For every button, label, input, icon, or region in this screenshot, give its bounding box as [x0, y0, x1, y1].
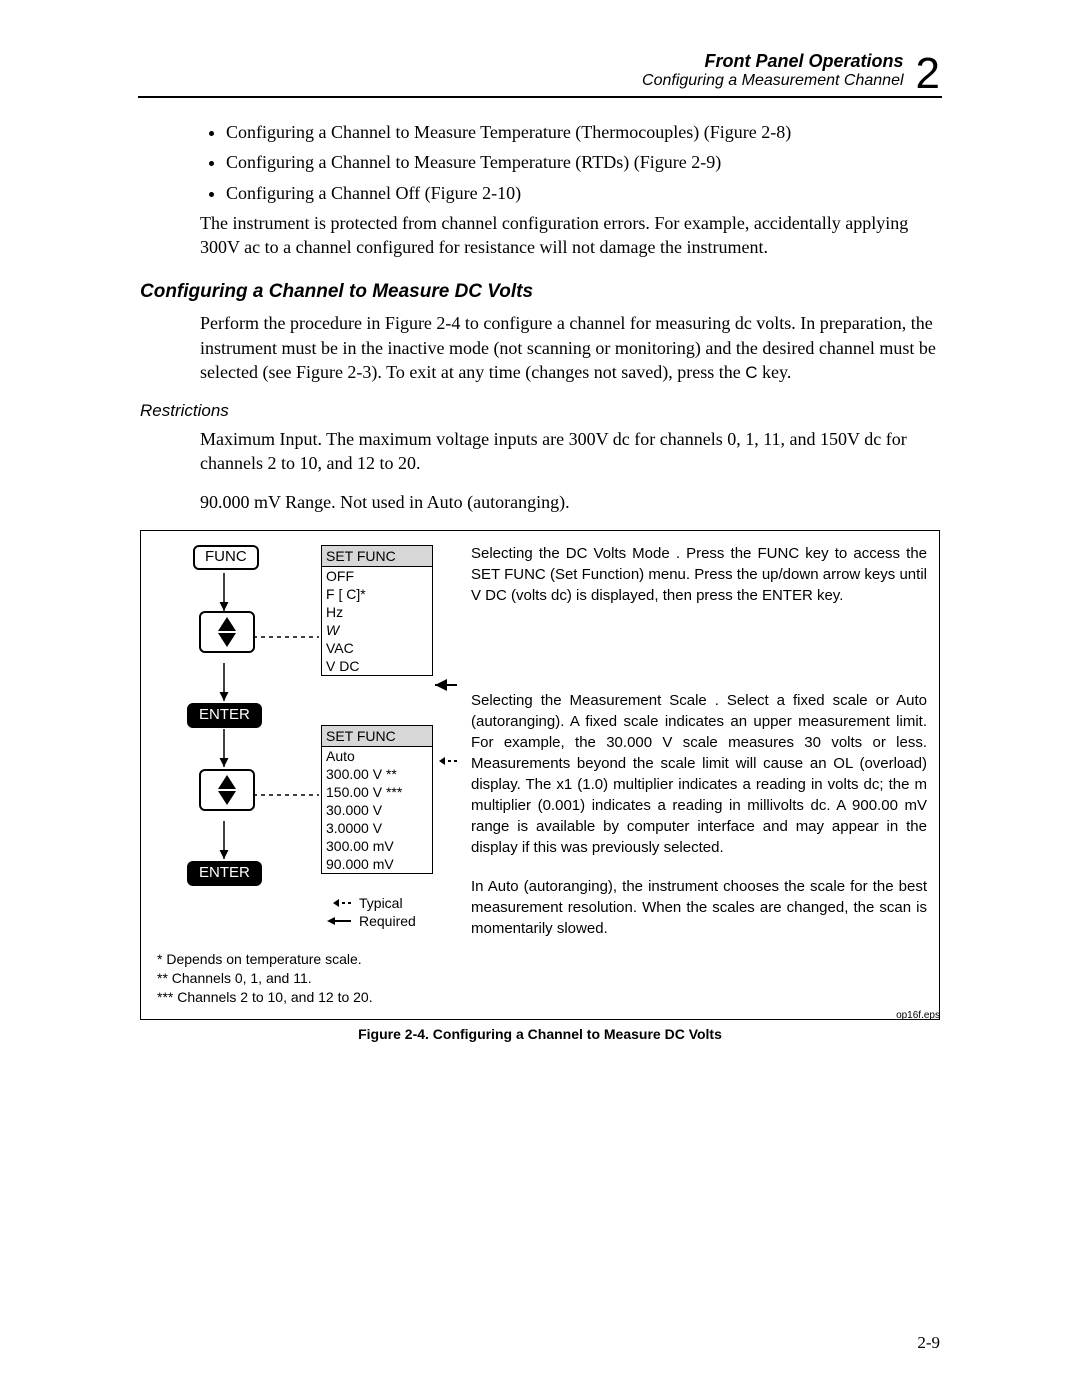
figure-footnotes: * Depends on temperature scale. ** Chann… [157, 950, 373, 1007]
legend-label: Typical [359, 895, 403, 911]
up-arrow-icon [218, 617, 236, 631]
menu-item: 300.00 V ** [322, 765, 432, 783]
menu-header: SET FUNC [322, 726, 432, 747]
section-paragraph: Perform the procedure in Figure 2-4 to c… [200, 311, 940, 385]
figure-paragraph: Selecting the Measurement Scale . Select… [471, 690, 927, 858]
down-arrow-icon [218, 791, 236, 805]
enter-key: ENTER [187, 861, 262, 886]
page: Front Panel Operations Configuring a Mea… [0, 0, 1080, 1397]
chapter-number: 2 [916, 54, 940, 94]
menu-header: SET FUNC [322, 546, 432, 567]
restrictions-body: Maximum Input. The maximum voltage input… [200, 427, 940, 514]
menu-item: 3.0000 V [322, 819, 432, 837]
list-item: Configuring a Channel to Measure Tempera… [226, 120, 940, 144]
legend-required: Required [325, 913, 416, 929]
running-header: Front Panel Operations Configuring a Mea… [140, 50, 940, 90]
enter-key: ENTER [187, 703, 262, 728]
text: Perform the procedure in Figure 2-4 to c… [200, 313, 936, 382]
figure-right-text: Selecting the DC Volts Mode . Press the … [471, 543, 927, 957]
section-body: Perform the procedure in Figure 2-4 to c… [200, 311, 940, 385]
set-func-menu-2: SET FUNC Auto 300.00 V ** 150.00 V *** 3… [321, 725, 433, 874]
up-down-keys [199, 769, 255, 811]
eps-filename: op16f.eps [896, 1010, 940, 1021]
restrictions-p1: Maximum Input. The maximum voltage input… [200, 427, 940, 476]
set-func-menu-1: SET FUNC OFF F [ C]* Hz W VAC V DC [321, 545, 433, 676]
menu-item: 150.00 V *** [322, 783, 432, 801]
figure-caption-row: op16f.eps Figure 2-4. Configuring a Chan… [140, 1026, 940, 1042]
figure-caption: Figure 2-4. Configuring a Channel to Mea… [358, 1026, 722, 1042]
menu-item: V DC [322, 657, 432, 675]
header-subtitle: Configuring a Measurement Channel [642, 72, 903, 90]
restrictions-p2: 90.000 mV Range. Not used in Auto (autor… [200, 490, 940, 514]
menu-item: Auto [322, 747, 432, 765]
key-label: C [745, 363, 757, 382]
func-key: FUNC [193, 545, 259, 570]
menu-item: F [ C]* [322, 585, 432, 603]
menu-item: Hz [322, 603, 432, 621]
footnote: ** Channels 0, 1, and 11. [157, 969, 373, 988]
up-arrow-icon [218, 775, 236, 789]
figure-2-4: FUNC ENTER ENTER [140, 530, 940, 1020]
bullet-list: Configuring a Channel to Measure Tempera… [200, 120, 940, 205]
text: key. [758, 362, 792, 382]
list-item: Configuring a Channel Off (Figure 2-10) [226, 181, 940, 205]
menu-item: VAC [322, 639, 432, 657]
header-rule [138, 96, 942, 98]
header-title: Front Panel Operations [704, 51, 903, 72]
up-down-keys [199, 611, 255, 653]
section-heading: Configuring a Channel to Measure DC Volt… [140, 281, 940, 303]
page-number: 2-9 [917, 1333, 940, 1353]
dashed-arrow-icon [325, 898, 351, 908]
menu-item: W [322, 621, 432, 639]
footnote: * Depends on temperature scale. [157, 950, 373, 969]
menu-item: 30.000 V [322, 801, 432, 819]
legend-label: Required [359, 913, 416, 929]
down-arrow-icon [218, 633, 236, 647]
intro-paragraph: The instrument is protected from channel… [200, 211, 940, 260]
figure-paragraph: In Auto (autoranging), the instrument ch… [471, 876, 927, 939]
menu-item: OFF [322, 567, 432, 585]
footnote: *** Channels 2 to 10, and 12 to 20. [157, 988, 373, 1007]
menu-item: 300.00 mV [322, 837, 432, 855]
menu-item: 90.000 mV [322, 855, 432, 873]
list-item: Configuring a Channel to Measure Tempera… [226, 150, 940, 174]
solid-arrow-icon [325, 916, 351, 926]
figure-paragraph: Selecting the DC Volts Mode . Press the … [471, 543, 927, 606]
legend: Typical Required [325, 893, 416, 931]
subsection-heading: Restrictions [140, 401, 940, 421]
body-text: Configuring a Channel to Measure Tempera… [200, 120, 940, 259]
legend-typical: Typical [325, 895, 416, 911]
